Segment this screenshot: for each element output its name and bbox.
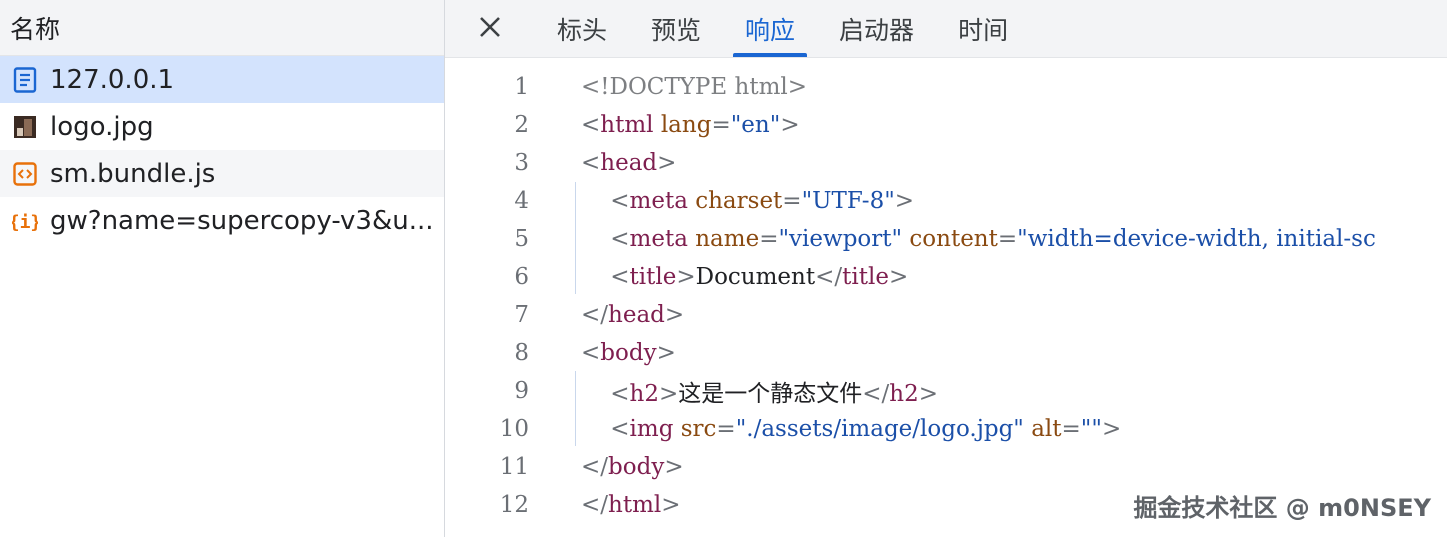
code-line: 4 <meta charset="UTF-8"> [445,182,1447,220]
line-number: 3 [514,150,529,176]
code-text: <title>Document</title> [610,264,909,290]
tab-response[interactable]: 响应 [723,0,817,57]
code-text: <h2>这是一个静态文件</h2> [610,381,939,407]
code-line: 2 <html lang="en"> [445,106,1447,144]
json-icon: {i} [12,208,38,234]
tab-timing[interactable]: 时间 [936,0,1030,57]
detail-tabs: 标头 预览 响应 启动器 时间 [445,0,1447,58]
code-line: 7 </head> [445,296,1447,334]
code-text: <img src="./assets/image/logo.jpg" alt="… [610,416,1122,442]
request-row-logo-jpg[interactable]: logo.jpg [0,103,444,150]
code-text: </body> [581,454,684,480]
tab-headers[interactable]: 标头 [535,0,629,57]
document-icon [12,66,38,93]
code-line: 8 <body> [445,334,1447,372]
name-column-label: 名称 [10,14,61,44]
code-text: <head> [581,150,677,176]
tab-preview[interactable]: 预览 [629,0,723,57]
request-row-gw-supercopy[interactable]: {i} gw?name=supercopy-v3&u... [0,197,444,244]
code-text: <!DOCTYPE html> [581,74,808,100]
code-text: <html lang="en"> [581,112,800,138]
code-line: 5 <meta name="viewport" content="width=d… [445,220,1447,258]
code-line: 10 <img src="./assets/image/logo.jpg" al… [445,410,1447,448]
request-row-127-0-0-1[interactable]: 127.0.0.1 [0,56,444,103]
code-text: <meta charset="UTF-8"> [610,188,915,214]
file-name: 127.0.0.1 [50,64,175,95]
tab-initiator[interactable]: 启动器 [817,0,936,57]
line-number: 4 [514,188,529,214]
code-text: <meta name="viewport" content="width=dev… [610,226,1376,252]
line-number: 1 [514,74,529,100]
response-code-view[interactable]: 1 <!DOCTYPE html> 2 <html lang="en"> 3 <… [445,58,1447,524]
line-number: 12 [499,492,529,518]
file-name: sm.bundle.js [50,158,216,189]
code-line: 3 <head> [445,144,1447,182]
code-text: </html> [581,492,681,518]
close-icon [478,15,502,43]
svg-text:{i}: {i} [12,212,38,233]
name-column-header[interactable]: 名称 [0,0,444,56]
code-line: 1 <!DOCTYPE html> [445,68,1447,106]
code-line: 11 </body> [445,448,1447,486]
line-number: 11 [499,454,529,480]
line-number: 9 [514,378,529,404]
image-thumbnail-icon [12,114,38,140]
line-number: 10 [499,416,529,442]
close-button[interactable] [445,0,535,57]
file-name: gw?name=supercopy-v3&u... [50,205,434,236]
request-row-sm-bundle-js[interactable]: sm.bundle.js [0,150,444,197]
line-number: 7 [514,302,529,328]
file-name: logo.jpg [50,111,154,142]
code-text: <body> [581,340,676,366]
detail-panel: 标头 预览 响应 启动器 时间 1 <!DOCTYPE html> 2 <htm… [445,0,1447,537]
code-line: 6 <title>Document</title> [445,258,1447,296]
line-number: 8 [514,340,529,366]
watermark: 掘金技术社区 @ m0NSEY [1133,494,1431,522]
code-text: </head> [581,302,685,328]
line-number: 2 [514,112,529,138]
request-list-panel: 名称 127.0.0.1 logo.jpg sm.bundle.js i gw?… [0,0,445,537]
line-number: 6 [514,264,529,290]
code-line: 9 <h2>这是一个静态文件</h2> [445,372,1447,410]
line-number: 5 [514,226,529,252]
script-icon [12,161,38,187]
